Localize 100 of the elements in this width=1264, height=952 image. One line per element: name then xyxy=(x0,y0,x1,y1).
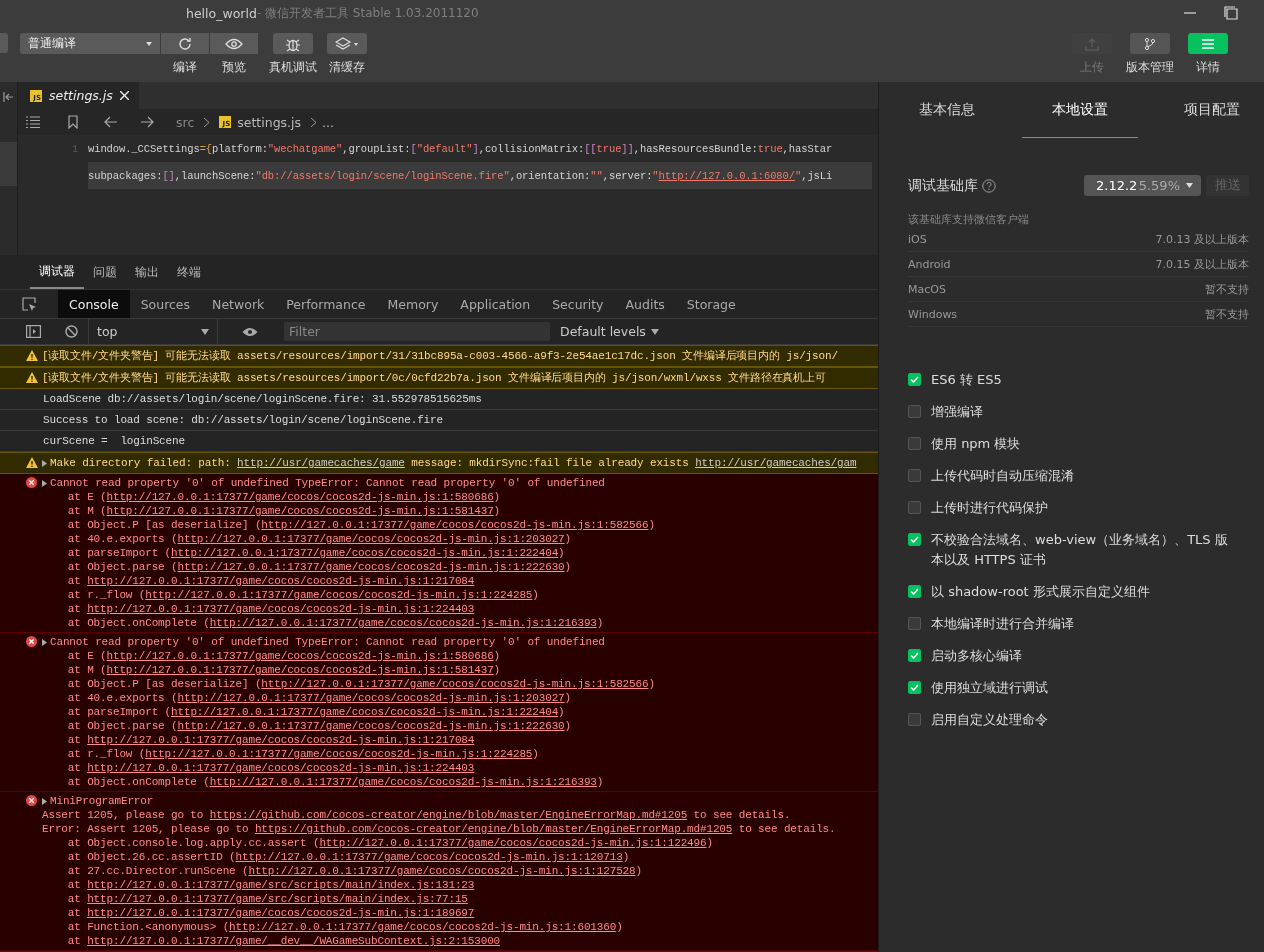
checkbox[interactable] xyxy=(908,649,921,662)
checkbox[interactable] xyxy=(908,681,921,694)
message-text: at xyxy=(66,906,82,920)
checkbox[interactable] xyxy=(908,469,921,482)
link[interactable]: http://127.0.0.1:17377/game/cocos/cocos2d-js-min.js:1:224285 xyxy=(145,747,533,761)
link[interactable]: http://127.0.0.1:17377/game/__dev__/WAGameSubContext.js:2:153000 xyxy=(87,934,501,948)
message-text: at Object.parse ( xyxy=(66,560,178,574)
link[interactable]: http://127.0.0.1:17377/game/cocos/cocos2d-js-min.js:1:120713 xyxy=(235,850,623,864)
details-tab[interactable]: 本地设置 xyxy=(1021,82,1138,138)
checkbox[interactable] xyxy=(908,501,921,514)
details-tab[interactable]: 项目配置 xyxy=(1154,82,1240,138)
devtools-tab[interactable]: Console xyxy=(58,290,130,318)
checkbox[interactable] xyxy=(908,437,921,450)
message-text: ) xyxy=(564,560,571,574)
filter-field[interactable]: Filter xyxy=(284,322,550,341)
link[interactable]: https://github.com/cocos-creator/engine/blob/master/EngineErrorMap.md#1205 xyxy=(209,808,688,822)
panel-tab[interactable]: 终端 xyxy=(168,255,210,289)
link[interactable]: http://127.0.0.1:17377/game/cocos/cocos2d-js-min.js:1:582566 xyxy=(261,677,649,691)
link[interactable]: http://127.0.0.1:17377/game/cocos/cocos2d-js-min.js:1:580686 xyxy=(106,490,494,504)
details-tab[interactable]: 基本信息 xyxy=(919,82,1005,138)
link[interactable]: http://127.0.0.1:17377/game/src/scripts/main/index.js:131:23 xyxy=(87,878,475,892)
levels-dropdown[interactable]: Default levels xyxy=(560,324,659,339)
details-button[interactable] xyxy=(1188,33,1228,54)
link[interactable]: http://127.0.0.1:17377/game/cocos/cocos2d-js-min.js:1:189697 xyxy=(87,906,475,920)
devtools-tab[interactable]: Audits xyxy=(614,290,676,318)
checkbox[interactable] xyxy=(908,617,921,630)
link[interactable]: http://127.0.0.1:17377/game/cocos/cocos2d-js-min.js:1:203027 xyxy=(177,691,565,705)
message-text: Success to load scene: db://assets/login/scene/loginScene.fire xyxy=(43,413,443,427)
message-text: curScene = loginScene xyxy=(43,434,185,448)
devtools-tab[interactable]: Memory xyxy=(376,290,450,318)
link[interactable]: http://127.0.0.1:17377/game/cocos/cocos2d-js-min.js:1:216393 xyxy=(209,775,597,789)
back-arrow-icon xyxy=(104,116,118,128)
message-text: at xyxy=(66,761,82,775)
link[interactable]: http://127.0.0.1:17377/game/cocos/cocos2d-js-min.js:1:216393 xyxy=(209,616,597,630)
checkbox[interactable] xyxy=(908,713,921,726)
checkbox[interactable] xyxy=(908,533,921,546)
compile-button[interactable] xyxy=(161,33,209,54)
compile-mode-dropdown[interactable]: 普通编译 xyxy=(20,33,160,54)
link[interactable]: http://127.0.0.1:17377/game/cocos/cocos2d-js-min.js:1:580686 xyxy=(106,649,494,663)
context-select[interactable]: top xyxy=(88,319,218,344)
menu-icon xyxy=(1201,37,1215,50)
link[interactable]: http://127.0.0.1:17377/game/cocos/cocos2d-js-min.js:1:127528 xyxy=(248,864,636,878)
devtools-tab[interactable]: Network xyxy=(201,290,276,318)
panel-tab[interactable]: 输出 xyxy=(126,255,168,289)
devtools-tab[interactable]: Security xyxy=(541,290,615,318)
link[interactable]: http://127.0.0.1:17377/game/cocos/cocos2d-js-min.js:1:224403 xyxy=(87,602,475,616)
breadcrumb-more[interactable]: ... xyxy=(322,114,334,130)
link[interactable]: http://127.0.0.1:17377/game/src/scripts/main/index.js:77:15 xyxy=(87,892,468,906)
preview-button[interactable] xyxy=(210,33,258,54)
link[interactable]: http://127.0.0.1:17377/game/cocos/cocos2d-js-min.js:1:222630 xyxy=(177,719,565,733)
link[interactable]: http://127.0.0.1:17377/game/cocos/cocos2d-js-min.js:1:203027 xyxy=(177,532,565,546)
link[interactable]: http://127.0.0.1:17377/game/cocos/cocos2d-js-min.js:1:217084 xyxy=(87,733,475,747)
link[interactable]: http://usr/gamecaches/gam xyxy=(695,456,857,470)
link[interactable]: http://127.0.0.1:17377/game/cocos/cocos2d-js-min.js:1:222404 xyxy=(171,546,559,560)
link[interactable]: http://127.0.0.1:17377/game/cocos/cocos2d-js-min.js:1:222404 xyxy=(171,705,559,719)
debug-button[interactable] xyxy=(273,33,313,54)
option-label: ES6 转 ES5 xyxy=(931,371,1002,389)
option-label: 以 shadow-root 形式展示自定义组件 xyxy=(931,583,1150,601)
checkbox[interactable] xyxy=(908,405,921,418)
version-button[interactable] xyxy=(1130,33,1170,54)
option-label: 本地编译时进行合并编译 xyxy=(931,615,1074,633)
message-text: ) xyxy=(622,850,630,864)
message-text: ) xyxy=(596,616,604,630)
message-text: LoadScene db://assets/login/scene/loginScene.fire: 31.552978515625ms xyxy=(43,392,482,406)
checkbox[interactable] xyxy=(908,373,921,386)
platform-support: 7.0.13 及以上版本 xyxy=(1155,231,1249,247)
link[interactable]: http://127.0.0.1:17377/game/cocos/cocos2d-js-min.js:1:217084 xyxy=(87,574,475,588)
checkbox[interactable] xyxy=(908,585,921,598)
link[interactable]: http://usr/gamecaches/game xyxy=(237,456,405,470)
message-text: ) xyxy=(493,490,501,504)
link[interactable]: http://127.0.0.1:17377/game/cocos/cocos2d-js-min.js:1:224285 xyxy=(145,588,533,602)
cache-button[interactable] xyxy=(327,33,367,54)
link[interactable]: http://127.0.0.1:17377/game/cocos/cocos2d-js-min.js:1:581437 xyxy=(106,504,494,518)
link[interactable]: http://127.0.0.1:17377/game/cocos/cocos2d-js-min.js:1:582566 xyxy=(261,518,649,532)
link[interactable]: http://127.0.0.1:17377/game/cocos/cocos2d-js-min.js:1:122496 xyxy=(319,836,707,850)
platform-name: iOS xyxy=(908,232,927,246)
message-text: at 27.cc.Director.runScene ( xyxy=(66,864,249,878)
devtools-tab[interactable]: Sources xyxy=(129,290,202,318)
platform-name: Android xyxy=(908,257,951,271)
link[interactable]: http://127.0.0.1:17377/game/cocos/cocos2d-js-min.js:1:581437 xyxy=(106,663,494,677)
option-label: 增强编译 xyxy=(931,403,983,421)
link[interactable]: https://github.com/cocos-creator/engine/blob/master/EngineErrorMap.md#1205 xyxy=(254,822,733,836)
sidebar-toggle-button[interactable] xyxy=(0,33,8,53)
message-text: ) xyxy=(648,518,655,532)
link[interactable]: http://127.0.0.1:17377/game/cocos/cocos2d-js-min.js:1:222630 xyxy=(177,560,565,574)
breadcrumb-folder[interactable]: src xyxy=(176,114,195,130)
panel-tab[interactable]: 问题 xyxy=(84,255,126,289)
option-label: 启动多核心编译 xyxy=(931,647,1022,665)
message-text: MiniProgramError xyxy=(50,794,154,808)
platform-support: 暂不支持 xyxy=(1205,306,1249,322)
message-text: at parseImport ( xyxy=(66,705,172,719)
devtools-tab[interactable]: Application xyxy=(449,290,542,318)
link[interactable]: http://127.0.0.1:17377/game/cocos/cocos2d-js-min.js:1:224403 xyxy=(87,761,475,775)
devtools-tab[interactable]: Performance xyxy=(275,290,377,318)
breadcrumb-file[interactable]: settings.js xyxy=(237,114,302,130)
version-dropdown[interactable]: 2.12.2 5.59% xyxy=(1084,175,1201,196)
link[interactable]: http://127.0.0.1:17377/game/cocos/cocos2d-js-min.js:1:601360 xyxy=(229,920,617,934)
message-text: [读取文件/文件夹警告] 可能无法读取 assets/resources/import/0c/0cfd22b7a.json 文件编译后项目内的 js/json/wxml/wxss 文件路径在真机上可 xyxy=(42,371,826,385)
devtools-tab[interactable]: Storage xyxy=(675,290,747,318)
minimize-icon xyxy=(1184,12,1196,14)
